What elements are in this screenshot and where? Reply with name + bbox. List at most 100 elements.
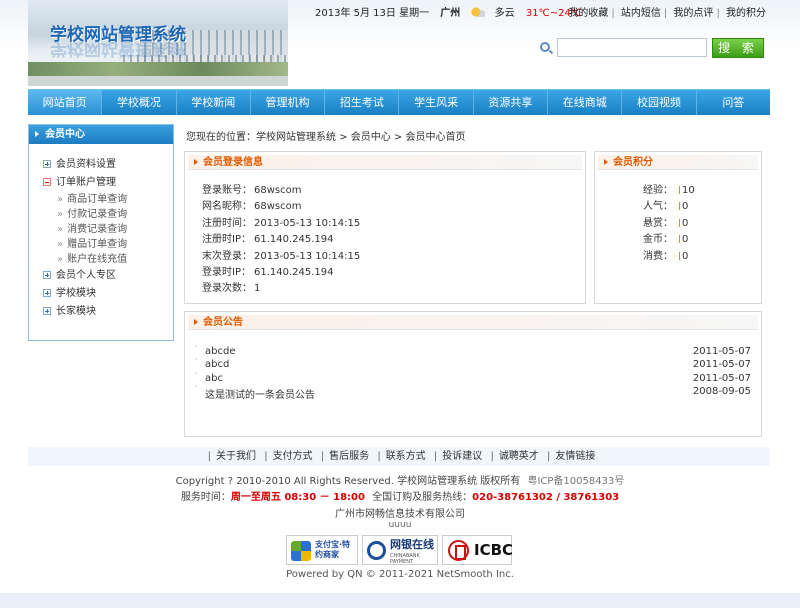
- sidebar-item-parent-module[interactable]: 长家模块: [29, 303, 173, 321]
- top-links: 我的收藏 | 站内短信 | 我的点评 | 我的积分: [568, 4, 766, 19]
- alipay-badge[interactable]: 支付宝·特约商家: [286, 535, 358, 565]
- sidebar-item-label: 长家模块: [56, 306, 96, 317]
- footer-link-about[interactable]: 关于我们: [216, 451, 256, 462]
- top-link-reviews[interactable]: 我的点评: [673, 8, 713, 19]
- search-input[interactable]: [557, 38, 707, 57]
- city-text: 广州: [440, 8, 461, 19]
- notice-title[interactable]: 这是测试的一条会员公告: [205, 386, 315, 401]
- nav-item-resources[interactable]: 资源共享: [474, 90, 549, 115]
- list-item[interactable]: · 这是测试的一条会员公告 2008-09-05: [195, 382, 751, 401]
- nav-item-news[interactable]: 学校新闻: [177, 90, 251, 115]
- collapse-icon[interactable]: [43, 178, 51, 186]
- notice-date: 2011-05-07: [692, 346, 751, 357]
- panel-header: 会员登录信息: [188, 155, 582, 170]
- footer-service-line: 服务时间：周一至周五 08:30 － 18:00 全国订购及服务热线：020-3…: [0, 488, 800, 503]
- separator: |: [433, 451, 438, 462]
- sidebar-item-profile-settings[interactable]: 会员资料设置: [29, 156, 173, 174]
- expand-icon[interactable]: [43, 289, 51, 297]
- row-value: 68wscom: [254, 185, 302, 196]
- notice-title[interactable]: abc: [205, 373, 223, 384]
- nav-item-shop[interactable]: 在线商城: [548, 90, 623, 115]
- sidebar-item-label: 会员资料设置: [56, 159, 116, 170]
- icp-link[interactable]: 粤ICP备10058433号: [527, 476, 624, 487]
- row-label: 悬赏：: [643, 217, 673, 229]
- nav-item-overview[interactable]: 学校概况: [102, 90, 177, 115]
- sidebar-item-personal-zone[interactable]: 会员个人专区: [29, 267, 173, 285]
- main-nav: 网站首页 学校概况 学校新闻 管理机构 招生考试 学生风采 资源共享 在线商城 …: [28, 89, 770, 115]
- sidebar-subitem-payment-records[interactable]: » 付款记录查询: [29, 207, 173, 222]
- service-time: 周一至周五 08:30 － 18:00: [230, 492, 365, 503]
- expand-icon[interactable]: [43, 271, 51, 279]
- list-item[interactable]: · abcd 2011-05-07: [195, 355, 751, 372]
- row-label: 消费：: [643, 250, 673, 262]
- separator: |: [716, 8, 720, 19]
- sidebar-subitem-label: 商品订单查询: [67, 194, 128, 205]
- nav-item-home[interactable]: 网站首页: [28, 90, 103, 115]
- copyright-text: Copyright ? 2010-2010 All Rights Reserve…: [175, 476, 521, 487]
- sidebar-subitem-recharge[interactable]: » 账户在线充值: [29, 252, 173, 267]
- login-info-panel: 会员登录信息 登录账号： 68wscom 网名昵称： 68wscom 注册时间： 20…: [184, 151, 586, 304]
- expand-icon[interactable]: [43, 160, 51, 168]
- row-label: 人气：: [643, 201, 673, 213]
- breadcrumb: 您现在的位置：学校网站管理系统 > 会员中心 > 会员中心首页: [186, 132, 466, 143]
- sidebar-item-order-account[interactable]: 订单账户管理: [29, 174, 173, 192]
- date-text: 2013年 5月 13日 星期一: [315, 8, 430, 19]
- level-bar: [679, 202, 680, 211]
- footer-link-friend-links[interactable]: 友情链接: [555, 451, 595, 462]
- list-item[interactable]: · abc 2011-05-07: [195, 369, 751, 386]
- sidebar-subitem-consumption-records[interactable]: » 消费记录查询: [29, 222, 173, 237]
- sidebar-subitem-label: 消费记录查询: [67, 224, 128, 235]
- top-link-points[interactable]: 我的积分: [726, 8, 766, 19]
- nav-item-organization[interactable]: 管理机构: [251, 90, 326, 115]
- row-label: 注册时IP：: [202, 234, 251, 246]
- row-label: 登录次数：: [202, 283, 252, 295]
- top-link-favorites[interactable]: 我的收藏: [568, 8, 608, 19]
- level-bar: [679, 251, 680, 260]
- sidebar-subitem-product-orders[interactable]: » 商品订单查询: [29, 192, 173, 207]
- notice-title[interactable]: abcde: [205, 346, 235, 357]
- arrow-right-icon: [194, 159, 198, 165]
- row-value: 1: [254, 283, 261, 295]
- row-value: 68wscom: [254, 201, 302, 213]
- search-button[interactable]: 搜 索: [712, 38, 764, 58]
- notice-list: · abcde 2011-05-07 · abcd 2011-05-07 · abc 201…: [185, 330, 761, 401]
- row-value: 2013-05-13 10:14:15: [254, 217, 361, 229]
- sidebar-subitem-label: 付款记录查询: [67, 209, 128, 220]
- footer-link-aftersales[interactable]: 售后服务: [329, 451, 369, 462]
- nav-item-admissions[interactable]: 招生考试: [325, 90, 400, 115]
- footer-link-feedback[interactable]: 投诉建议: [442, 451, 482, 462]
- member-notice-panel: 会员公告 · abcde 2011-05-07 · abcd 2011-05-07 · a…: [184, 311, 762, 437]
- footer-link-careers[interactable]: 诚聘英才: [499, 451, 539, 462]
- sidebar-subitem-gift-orders[interactable]: » 赠品订单查询: [29, 237, 173, 252]
- top-link-messages[interactable]: 站内短信: [621, 8, 661, 19]
- sidebar-item-school-module[interactable]: 学校模块: [29, 285, 173, 303]
- nav-item-qa[interactable]: 问答: [697, 90, 770, 115]
- notice-title[interactable]: abcd: [205, 359, 229, 370]
- panel-header: 会员公告: [188, 315, 758, 330]
- list-item[interactable]: · abcde 2011-05-07: [195, 342, 751, 359]
- service-label: 服务时间：: [180, 492, 231, 503]
- row-label: 登录时IP：: [202, 266, 251, 278]
- chinabank-badge-label: 网银在线: [390, 538, 434, 551]
- login-row-register-time: 注册时间： 2013-05-13 10:14:15: [202, 214, 585, 230]
- points-row-popularity: 人气： 0: [595, 197, 761, 213]
- login-row-register-ip: 注册时IP： 61.140.245.194: [202, 230, 585, 246]
- panel-header: 会员积分: [598, 155, 758, 170]
- notice-date: 2011-05-07: [692, 372, 751, 384]
- row-label: 登录账号：: [202, 185, 252, 196]
- login-row-login-count: 登录次数： 1: [202, 279, 585, 295]
- footer-link-contact[interactable]: 联系方式: [386, 451, 426, 462]
- road-image: [28, 76, 288, 86]
- row-value: 2013-05-13 10:14:15: [254, 250, 361, 262]
- footer-link-payment[interactable]: 支付方式: [273, 451, 313, 462]
- sidebar-title-text: 会员中心: [45, 129, 85, 140]
- nav-item-students[interactable]: 学生风采: [399, 90, 474, 115]
- powered-by: Powered by QN © 2011-2021 NetSmooth Inc.: [286, 569, 514, 580]
- nav-item-videos[interactable]: 校园视频: [622, 90, 697, 115]
- login-row-last-login: 末次登录： 2013-05-13 10:14:15: [202, 247, 585, 263]
- points-row-bounty: 悬赏： 0: [595, 214, 761, 230]
- expand-icon[interactable]: [43, 307, 51, 315]
- icbc-badge[interactable]: ICBC: [442, 535, 513, 565]
- chinabank-badge[interactable]: 网银在线 CHINABANK PAYMENT: [362, 535, 438, 565]
- bullet-icon: ·: [195, 381, 198, 391]
